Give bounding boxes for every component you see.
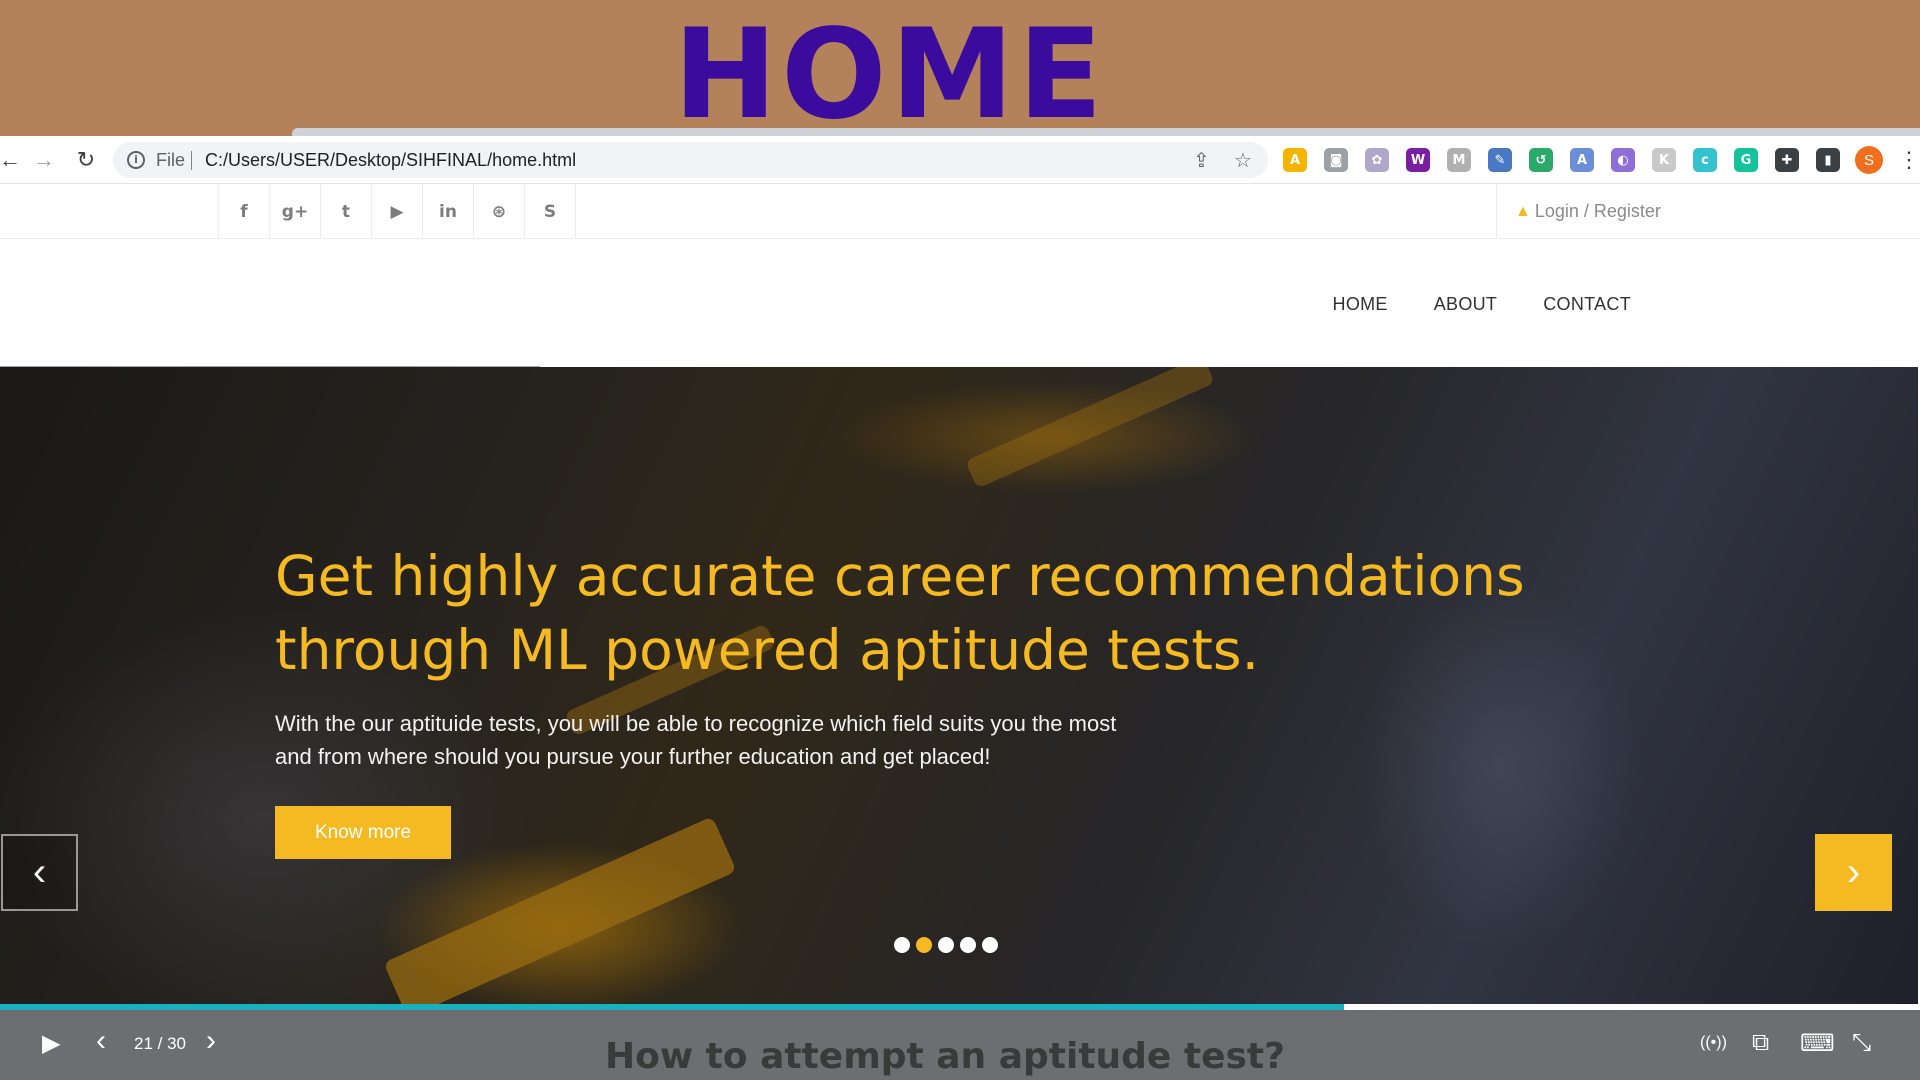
chevron-right-icon: › [1846,850,1861,894]
hero-heading: Get highly accurate career recommendatio… [275,544,1525,682]
linkedin-icon[interactable]: in [423,184,474,239]
tab-strip-edge [292,128,1920,136]
a-extension-icon[interactable]: ◐ [1611,148,1635,172]
m-extension-icon[interactable]: M [1447,148,1471,172]
facebook-icon[interactable]: f [219,184,270,239]
keyboard-icon[interactable]: ⌨ [1800,1029,1835,1058]
omnibox-divider [191,151,192,170]
k-extension-icon[interactable]: K [1652,148,1676,172]
browser-toolbar: ← → ↻ i File C:/Users/USER/Desktop/SIHFI… [0,136,1920,184]
window-icon[interactable]: ⧉ [1752,1029,1769,1057]
login-register-link[interactable]: ▲ Login / Register [1496,184,1661,239]
nav-item-contact[interactable]: CONTACT [1543,294,1631,315]
dribbble-icon[interactable]: ⊛ [474,184,525,239]
twitter-icon[interactable]: t [321,184,372,239]
slider-dot[interactable] [916,937,932,953]
nav-item-home[interactable]: HOME [1333,294,1388,315]
warning-extension-icon[interactable]: A [1283,148,1307,172]
forward-icon[interactable]: → [28,144,60,176]
youtube-icon[interactable]: ▶ [372,184,423,239]
slideshow-controls: How to attempt an aptitude test? ▶ ‹ 21 … [0,1010,1920,1080]
web-page: f g+ t ▶ in ⊛ S ▲ Login / Register HOME ABOUT … [0,184,1920,1004]
skype-icon[interactable]: S [525,184,576,239]
slide-counter: 21 / 30 [134,1034,186,1053]
camera-extension-icon[interactable]: ◙ [1324,148,1348,172]
slider-prev-button[interactable]: ‹ [1,834,78,911]
main-nav: HOME ABOUT CONTACT [1333,294,1631,315]
scheme-label: File [156,150,186,170]
play-icon[interactable]: ▶ [42,1029,60,1058]
gear-extension-icon[interactable]: ✿ [1365,148,1389,172]
slider-dot[interactable] [894,937,910,953]
share-icon[interactable]: ⇪ [1193,148,1210,173]
social-links: f g+ t ▶ in ⊛ S [218,184,576,239]
google-plus-icon[interactable]: g+ [270,184,321,239]
nav-item-about[interactable]: ABOUT [1434,294,1498,315]
puzzle-extension-icon[interactable]: ✚ [1775,148,1799,172]
chevron-left-icon: ‹ [32,850,47,894]
hero-slider: Get highly accurate career recommendatio… [0,367,1918,1004]
next-slide-title: How to attempt an aptitude test? [604,1036,1286,1077]
c-extension-icon[interactable]: c [1693,148,1717,172]
know-more-button[interactable]: Know more [275,806,451,859]
translate-extension-icon[interactable]: A [1570,148,1594,172]
hero-description: With the our aptituide tests, you will b… [275,711,1117,769]
slider-dots [894,937,998,953]
sidepanel-extension-icon[interactable]: ▮ [1816,148,1840,172]
exit-fullscreen-icon[interactable]: ⤡ [1852,1029,1871,1057]
undo-extension-icon[interactable]: ↺ [1529,148,1553,172]
broadcast-icon[interactable]: ((•)) [1700,1034,1727,1052]
next-slide-icon[interactable]: › [206,1024,216,1058]
edit-extension-icon[interactable]: ✎ [1488,148,1512,172]
slide-title: HOME [673,3,1107,147]
slider-dot[interactable] [960,937,976,953]
menu-icon[interactable]: ⋮ [1893,144,1920,176]
w-extension-icon[interactable]: W [1406,148,1430,172]
prev-slide-icon[interactable]: ‹ [96,1024,106,1058]
slider-next-button[interactable]: › [1815,834,1892,911]
site-info-icon[interactable]: i [127,151,145,169]
reload-icon[interactable]: ↻ [70,144,102,176]
url-text[interactable]: C:/Users/USER/Desktop/SIHFINAL/home.html [205,150,576,171]
slideshow-stage: HOME ← → ↻ i File C:/Users/USER/Desktop/… [0,0,1920,1080]
profile-avatar[interactable]: S [1855,146,1883,174]
slider-dot[interactable] [982,937,998,953]
bookmark-star-icon[interactable]: ☆ [1234,148,1252,173]
login-register-label: Login / Register [1534,201,1661,221]
back-icon[interactable]: ← [0,144,26,176]
slider-dot[interactable] [938,937,954,953]
user-icon: ▲ [1515,202,1531,220]
top-bar: f g+ t ▶ in ⊛ S ▲ Login / Register [0,184,1920,239]
address-bar[interactable]: i File C:/Users/USER/Desktop/SIHFINAL/ho… [113,142,1268,178]
grammarly-extension-icon[interactable]: G [1734,148,1758,172]
